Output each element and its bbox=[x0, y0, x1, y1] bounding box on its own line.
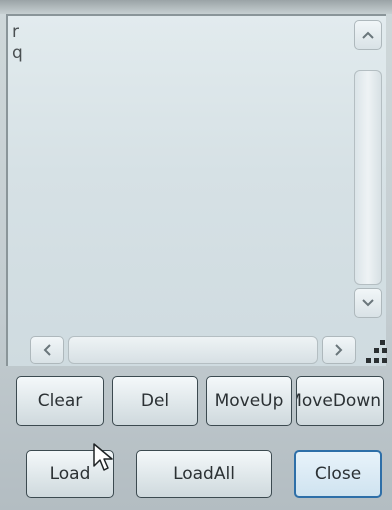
load-all-button[interactable]: LoadAll bbox=[136, 450, 272, 498]
delete-button[interactable]: Del bbox=[112, 376, 198, 426]
close-button[interactable]: Close bbox=[294, 450, 382, 498]
size-grip-icon[interactable] bbox=[362, 340, 388, 366]
horizontal-scrollbar[interactable] bbox=[22, 334, 356, 368]
clear-button[interactable]: Clear bbox=[16, 376, 104, 426]
vertical-scroll-thumb[interactable] bbox=[354, 70, 382, 285]
mouse-pointer-icon bbox=[93, 443, 113, 471]
list-item[interactable]: r bbox=[12, 22, 342, 43]
scroll-right-button[interactable] bbox=[322, 336, 356, 364]
horizontal-scroll-thumb[interactable] bbox=[68, 336, 318, 364]
list-item[interactable]: q bbox=[12, 43, 342, 64]
scroll-up-button[interactable] bbox=[354, 20, 382, 50]
vertical-scrollbar[interactable] bbox=[354, 20, 384, 320]
list-items: r q bbox=[12, 22, 342, 322]
chevron-down-icon bbox=[362, 299, 374, 307]
dialog-screen: r q Clear Del MoveUp MoveDown Load LoadA… bbox=[0, 0, 392, 510]
scroll-left-button[interactable] bbox=[30, 336, 64, 364]
item-listbox[interactable]: r q bbox=[6, 14, 388, 368]
scroll-down-button[interactable] bbox=[354, 288, 382, 318]
chevron-left-icon bbox=[43, 344, 51, 356]
chevron-right-icon bbox=[335, 344, 343, 356]
chevron-up-icon bbox=[362, 31, 374, 39]
top-bezel bbox=[0, 0, 392, 14]
move-up-button[interactable]: MoveUp bbox=[206, 376, 292, 426]
move-down-button[interactable]: MoveDown bbox=[296, 376, 384, 426]
